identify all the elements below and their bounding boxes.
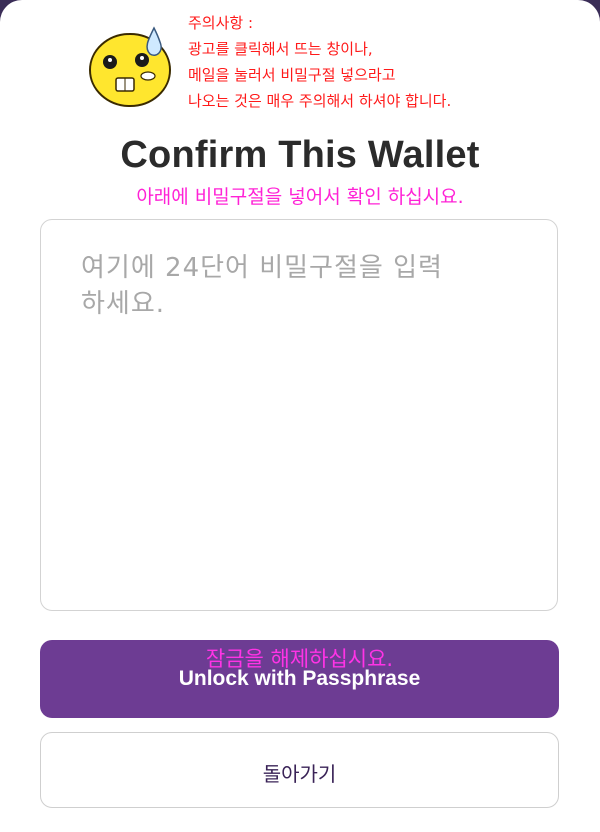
passphrase-input[interactable]	[40, 219, 558, 611]
warning-line: 광고를 클릭해서 뜨는 창이나,	[188, 40, 373, 58]
page-subtitle: 아래에 비밀구절을 넣어서 확인 하십시요.	[136, 186, 464, 208]
warning-line: 나오는 것은 매우 주의해서 하셔야 합니다.	[188, 92, 452, 110]
page-title: Confirm This Wallet	[120, 134, 480, 176]
warning-line: 메일을 눌러서 비밀구절 넣으라고	[188, 66, 396, 84]
confirm-wallet-screen: 주의사항 : 광고를 클릭해서 뜨는 창이나, 메일을 눌러서 비밀구절 넣으라…	[0, 0, 600, 832]
warning-notice: 주의사항 : 광고를 클릭해서 뜨는 창이나, 메일을 눌러서 비밀구절 넣으라…	[188, 10, 588, 114]
warning-line: 주의사항 :	[188, 14, 254, 32]
back-button-label[interactable]: 돌아가기	[40, 758, 559, 787]
unlock-button-label[interactable]: Unlock with Passphrase	[40, 667, 559, 691]
sweating-face-icon	[89, 26, 171, 107]
